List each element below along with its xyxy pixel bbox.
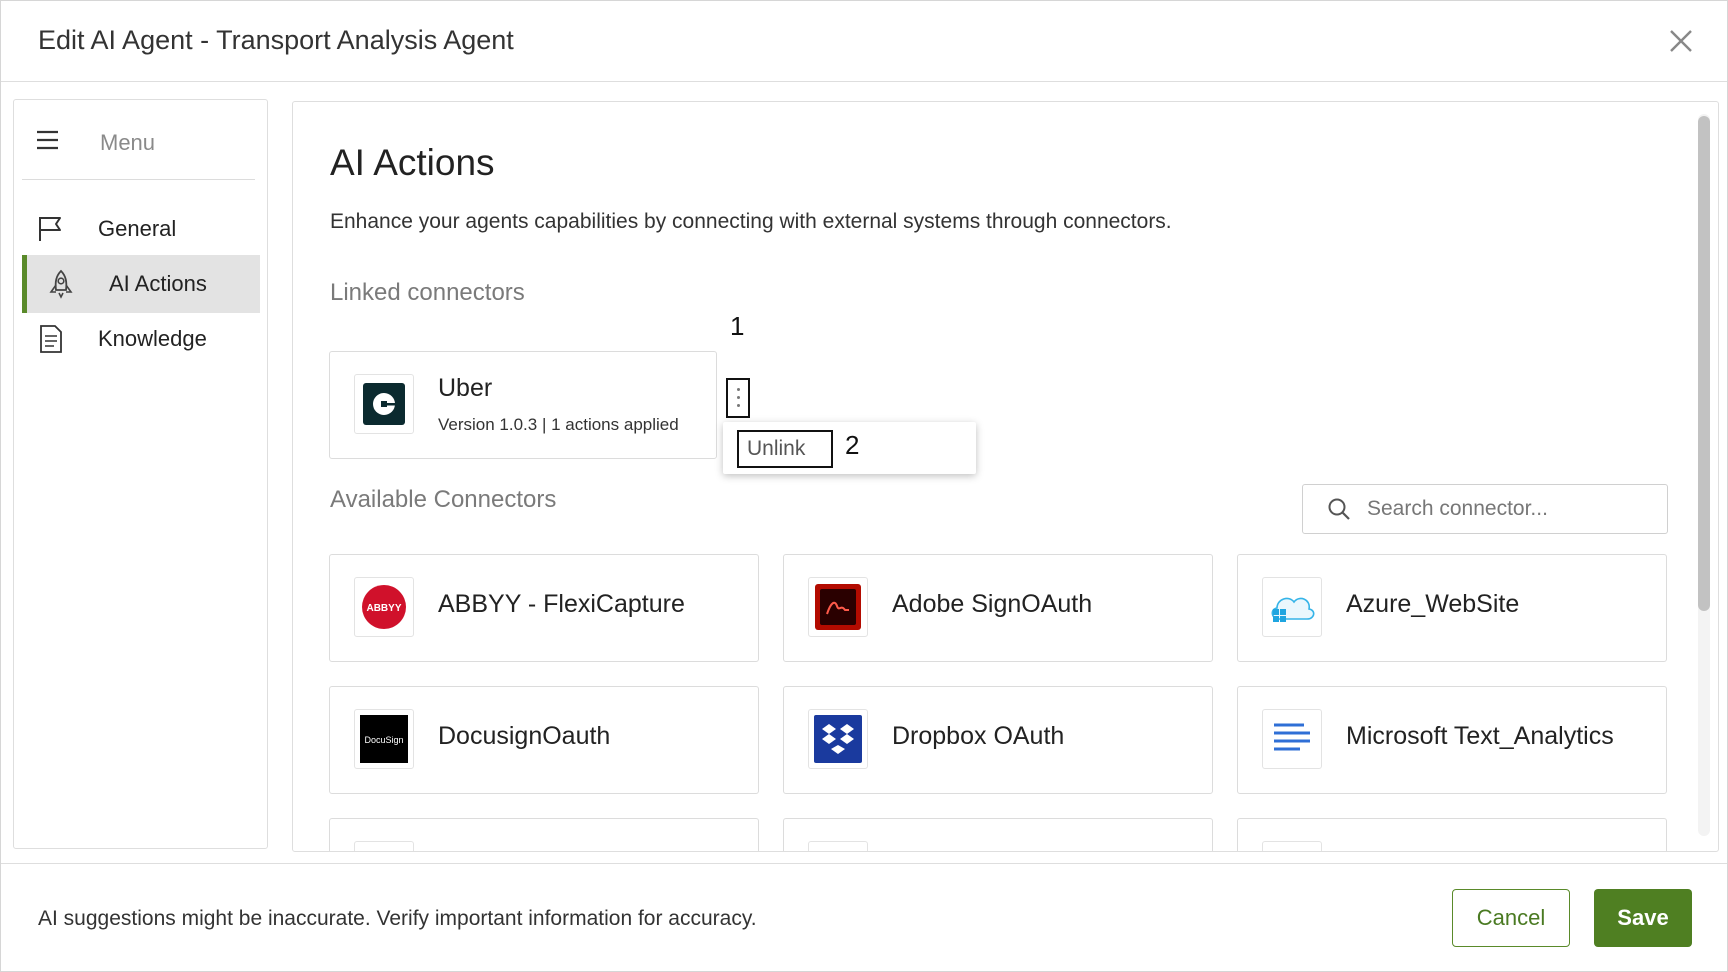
kebab-dot bbox=[737, 404, 740, 407]
connector-card-partial[interactable] bbox=[329, 818, 759, 851]
connector-name: Adobe SignOAuth bbox=[892, 590, 1093, 618]
connector-logo bbox=[354, 841, 414, 851]
adobe-sign-logo bbox=[808, 577, 868, 637]
close-icon bbox=[1670, 30, 1692, 52]
text-lines-icon bbox=[1274, 723, 1310, 751]
linked-connectors-heading: Linked connectors bbox=[330, 279, 525, 306]
linked-connector-card[interactable]: Uber Version 1.0.3 | 1 actions applied bbox=[329, 351, 717, 459]
connector-name: ABBYY - FlexiCapture bbox=[438, 590, 685, 618]
sidebar-item-label: AI Actions bbox=[109, 271, 207, 296]
connector-name: Azure_WebSite bbox=[1346, 590, 1520, 618]
unlink-menu-item[interactable]: Unlink bbox=[737, 430, 833, 468]
docusign-logo-text: DocuSign bbox=[364, 735, 403, 745]
main-panel: AI Actions Enhance your agents capabilit… bbox=[292, 101, 1719, 852]
sidebar: Menu General AI Actions Knowledge bbox=[13, 99, 268, 849]
connector-name: DocusignOauth bbox=[438, 722, 611, 750]
azure-website-logo bbox=[1262, 577, 1322, 637]
hamburger-icon bbox=[37, 130, 58, 150]
uber-logo bbox=[354, 374, 414, 434]
kebab-dot bbox=[737, 396, 740, 399]
connector-meta: Version 1.0.3 | 1 actions applied bbox=[438, 415, 679, 434]
sidebar-item-general[interactable]: General bbox=[22, 200, 255, 258]
search-connector-box[interactable] bbox=[1302, 484, 1668, 534]
sidebar-menu-header: Menu bbox=[22, 100, 255, 180]
rocket-icon bbox=[49, 269, 73, 299]
connector-logo bbox=[808, 841, 868, 851]
sidebar-item-knowledge[interactable]: Knowledge bbox=[22, 310, 255, 368]
annotation-marker-2: 2 bbox=[845, 430, 860, 460]
cloud-icon bbox=[1271, 597, 1315, 622]
sidebar-item-ai-actions[interactable]: AI Actions bbox=[22, 255, 260, 313]
page-description: Enhance your agents capabilities by conn… bbox=[330, 210, 1172, 233]
cancel-button[interactable]: Cancel bbox=[1452, 889, 1570, 947]
connector-name: Dropbox OAuth bbox=[892, 722, 1065, 750]
annotation-marker-1: 1 bbox=[730, 311, 745, 341]
page-title: AI Actions bbox=[330, 142, 495, 183]
document-icon bbox=[40, 325, 62, 353]
hamburger-menu-button[interactable] bbox=[36, 130, 60, 150]
adobe-sign-icon bbox=[815, 584, 861, 630]
connector-card-partial[interactable] bbox=[1237, 818, 1667, 851]
dialog-footer: AI suggestions might be inaccurate. Veri… bbox=[1, 863, 1727, 972]
dialog-title: Edit AI Agent - Transport Analysis Agent bbox=[38, 25, 514, 55]
dropbox-icon bbox=[814, 715, 862, 763]
kebab-dot bbox=[737, 388, 740, 391]
connector-card-ms-text-analytics[interactable]: Microsoft Text_Analytics bbox=[1237, 686, 1667, 794]
close-button[interactable] bbox=[1665, 25, 1697, 57]
flag-icon bbox=[39, 217, 61, 241]
scrollbar-thumb[interactable] bbox=[1698, 116, 1710, 611]
docusign-icon: DocuSign bbox=[360, 715, 408, 763]
abbyy-logo-text: ABBYY bbox=[366, 603, 401, 614]
available-connectors-heading: Available Connectors bbox=[330, 486, 557, 513]
abbyy-icon: ABBYY bbox=[362, 585, 406, 629]
sidebar-item-label: Knowledge bbox=[98, 326, 207, 351]
connector-name: Uber bbox=[438, 374, 493, 402]
connector-card-dropbox[interactable]: Dropbox OAuth bbox=[783, 686, 1213, 794]
connector-card-adobe-sign[interactable]: Adobe SignOAuth bbox=[783, 554, 1213, 662]
docusign-logo: DocuSign bbox=[354, 709, 414, 769]
connector-card-partial[interactable] bbox=[783, 818, 1213, 851]
sidebar-item-label: General bbox=[98, 216, 177, 241]
search-icon bbox=[1328, 498, 1350, 520]
connector-card-docusign[interactable]: DocuSign DocusignOauth bbox=[329, 686, 759, 794]
connector-card-azure-website[interactable]: Azure_WebSite bbox=[1237, 554, 1667, 662]
dialog-header: Edit AI Agent - Transport Analysis Agent bbox=[1, 1, 1727, 82]
connector-name: Microsoft Text_Analytics bbox=[1346, 722, 1614, 750]
connector-options-button[interactable] bbox=[726, 378, 750, 418]
menu-label: Menu bbox=[100, 130, 156, 155]
abbyy-logo: ABBYY bbox=[354, 577, 414, 637]
ai-disclaimer: AI suggestions might be inaccurate. Veri… bbox=[38, 907, 757, 930]
connector-card-abbyy[interactable]: ABBYY ABBYY - FlexiCapture bbox=[329, 554, 759, 662]
ms-text-analytics-logo bbox=[1262, 709, 1322, 769]
edit-agent-dialog: Edit AI Agent - Transport Analysis Agent… bbox=[0, 0, 1728, 972]
connector-logo bbox=[1262, 841, 1322, 851]
dropbox-logo bbox=[808, 709, 868, 769]
search-input[interactable] bbox=[1365, 491, 1659, 527]
save-button[interactable]: Save bbox=[1594, 889, 1692, 947]
uber-icon bbox=[363, 383, 405, 425]
